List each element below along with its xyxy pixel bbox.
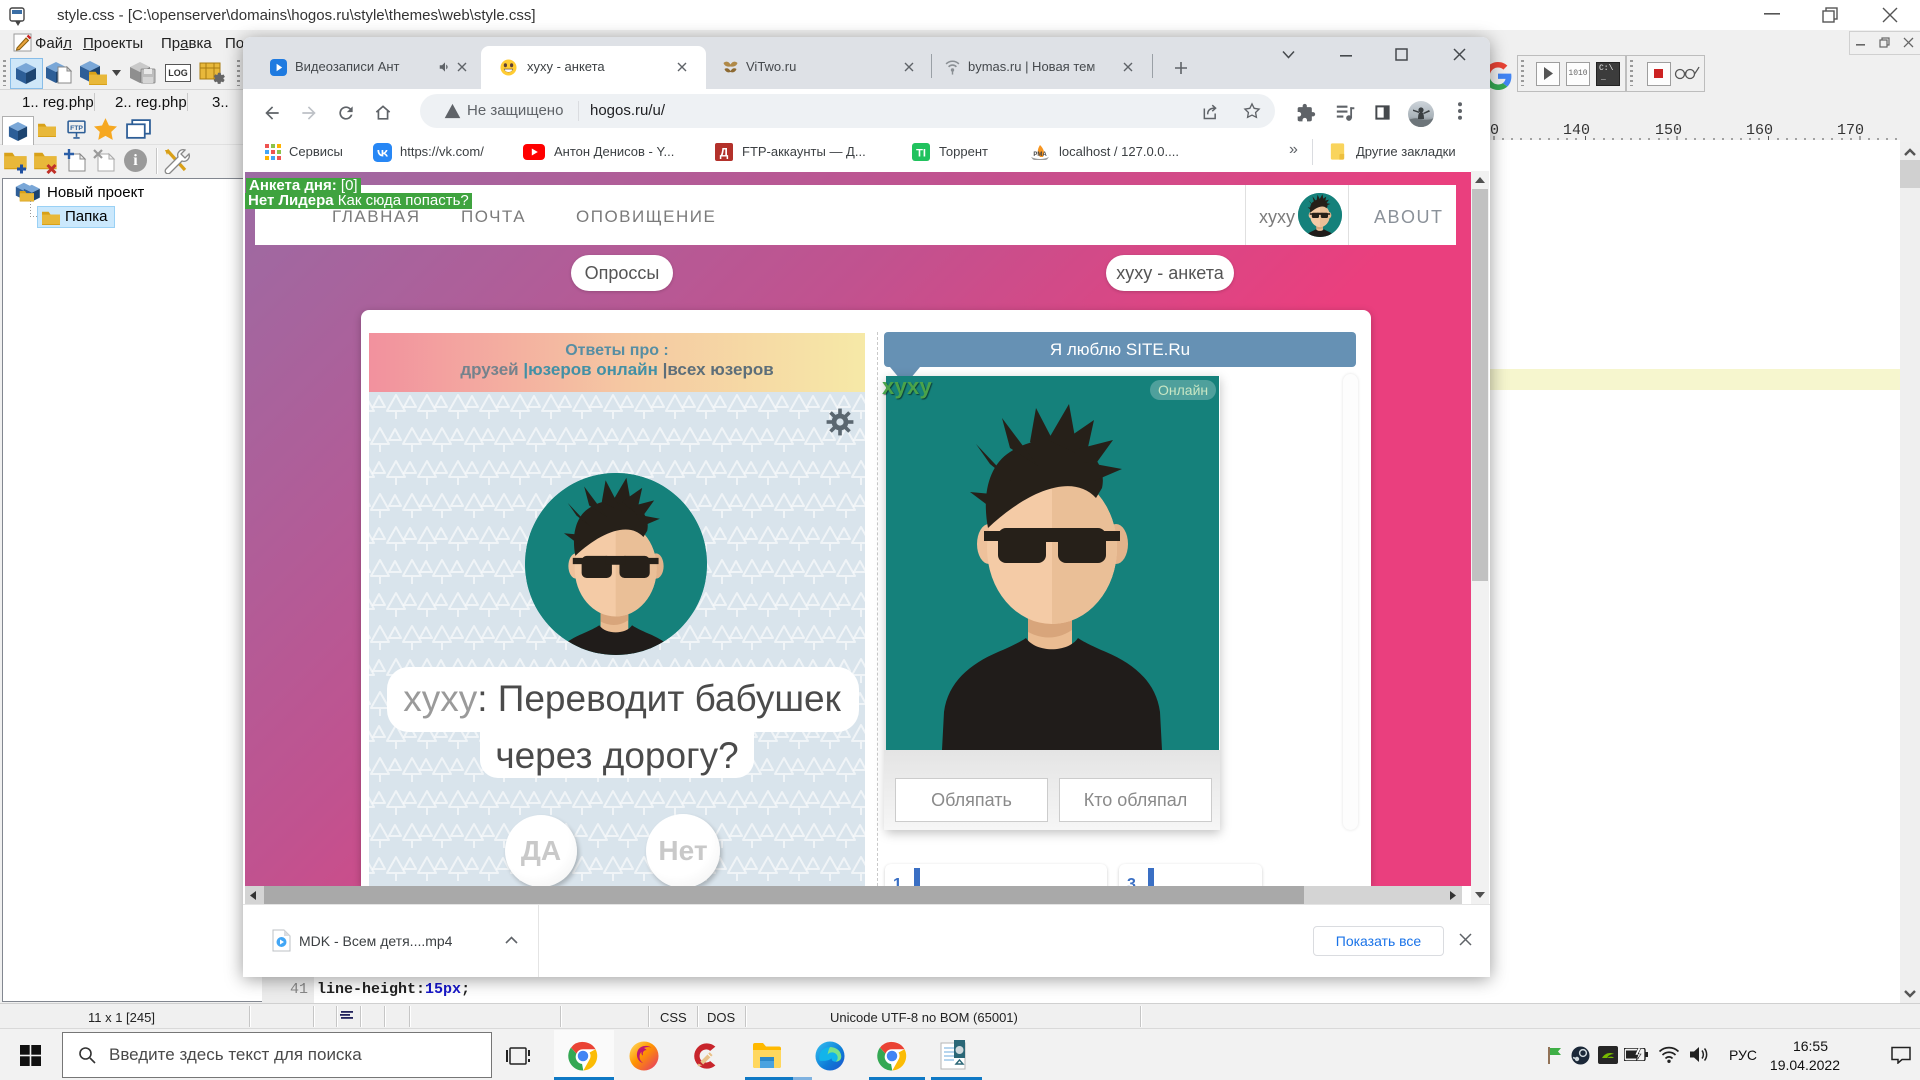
svg-text:FTP: FTP [70,125,83,132]
svg-text:PMA: PMA [1033,152,1047,158]
svg-text:Д: Д [720,146,729,160]
svg-text:TI: TI [916,148,926,160]
